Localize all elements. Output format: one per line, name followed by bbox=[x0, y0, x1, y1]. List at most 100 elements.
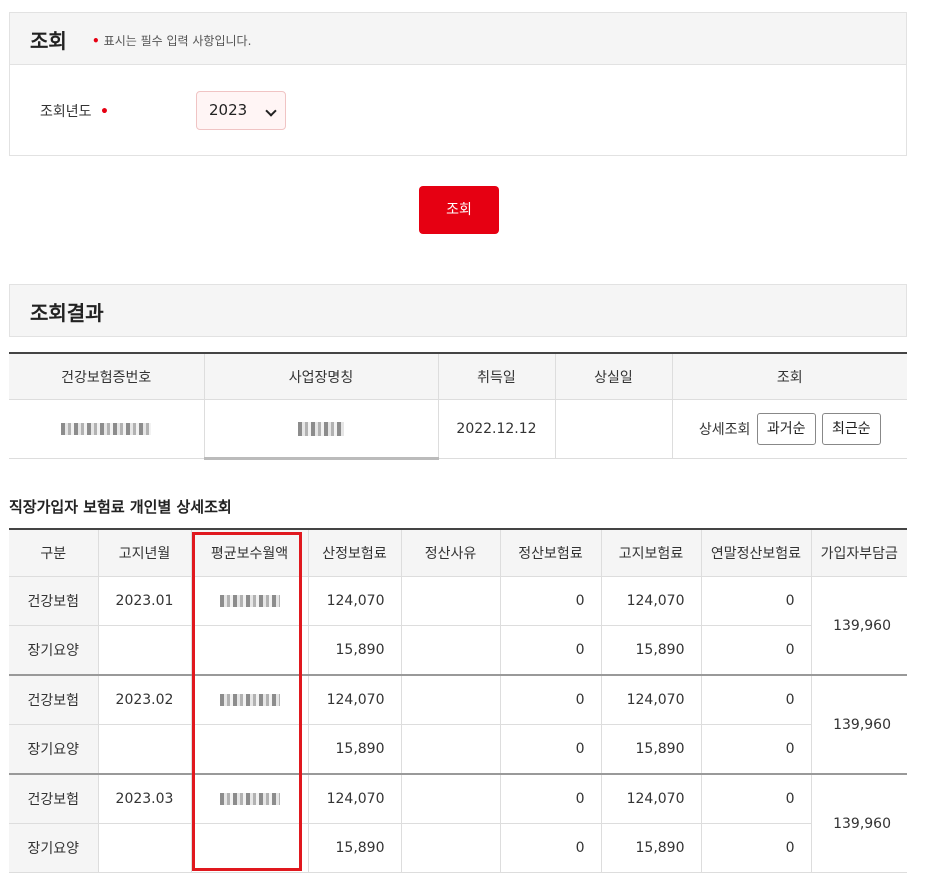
header-member-burden: 가입자부담금 bbox=[811, 529, 907, 577]
header-settle-premium: 정산보험료 bbox=[500, 529, 602, 577]
settle-reason-cell bbox=[401, 823, 501, 873]
member-burden-cell: 139,960 bbox=[811, 774, 907, 873]
notice-premium-cell: 124,070 bbox=[601, 774, 702, 824]
lost-date-cell bbox=[555, 399, 673, 459]
table-row: 건강보험 2023.02 124,070 0 124,070 0 139,960 bbox=[9, 675, 907, 775]
insurance-number-cell bbox=[9, 399, 205, 459]
detail-header-row: 구분 고지년월 평균보수월액 산정보험료 정산사유 정산보험료 고지보험료 연말… bbox=[9, 529, 907, 577]
redacted-avg-salary bbox=[219, 694, 280, 706]
required-note-text: 표시는 필수 입력 사항입니다. bbox=[103, 34, 252, 48]
result-panel-header: 조회결과 bbox=[9, 284, 907, 337]
notice-premium-cell: 15,890 bbox=[601, 625, 702, 676]
detail-table: 구분 고지년월 평균보수월액 산정보험료 정산사유 정산보험료 고지보험료 연말… bbox=[9, 528, 907, 873]
yearend-premium-cell: 0 bbox=[701, 675, 812, 725]
yearend-premium-cell: 0 bbox=[701, 576, 812, 626]
summary-row: 2022.12.12 상세조회 과거순 최근순 bbox=[9, 399, 907, 460]
avg-salary-cell bbox=[191, 625, 309, 676]
chevron-down-icon bbox=[265, 105, 277, 117]
search-button[interactable]: 조회 bbox=[419, 186, 499, 234]
acquired-date-cell: 2022.12.12 bbox=[438, 399, 556, 459]
settle-reason-cell bbox=[401, 625, 501, 676]
notice-premium-cell: 15,890 bbox=[601, 823, 702, 873]
settle-reason-cell bbox=[401, 576, 501, 626]
notice-month-cell bbox=[98, 625, 192, 676]
avg-salary-cell bbox=[191, 774, 309, 824]
year-select[interactable]: 2023 bbox=[196, 91, 286, 130]
header-notice-premium: 고지보험료 bbox=[601, 529, 702, 577]
workplace-name-cell bbox=[204, 399, 439, 460]
header-lost-date: 상실일 bbox=[555, 353, 673, 400]
redacted-workplace-name bbox=[298, 421, 344, 436]
summary-table: 건강보험증번호 사업장명칭 취득일 상실일 조회 2022.12.12 상세조회… bbox=[9, 352, 907, 460]
header-notice-month: 고지년월 bbox=[98, 529, 192, 577]
settle-reason-cell bbox=[401, 675, 501, 725]
calc-premium-cell: 124,070 bbox=[308, 675, 402, 725]
table-row: 건강보험 2023.01 124,070 0 124,070 0 139,960 bbox=[9, 576, 907, 676]
settle-reason-cell bbox=[401, 774, 501, 824]
notice-month-cell: 2023.03 bbox=[98, 774, 192, 824]
yearend-premium-cell: 0 bbox=[701, 625, 812, 676]
settle-premium-cell: 0 bbox=[500, 774, 602, 824]
search-title: 조회 bbox=[30, 29, 67, 53]
settle-premium-cell: 0 bbox=[500, 576, 602, 626]
redacted-insurance-number bbox=[61, 423, 152, 435]
avg-salary-cell bbox=[191, 823, 309, 873]
redacted-avg-salary bbox=[219, 793, 280, 805]
type-cell: 건강보험 bbox=[9, 576, 99, 626]
header-yearend-premium: 연말정산보험료 bbox=[701, 529, 812, 577]
required-dot-icon: • bbox=[99, 104, 109, 120]
calc-premium-cell: 15,890 bbox=[308, 724, 402, 775]
header-avg-salary: 평균보수월액 bbox=[191, 529, 309, 577]
notice-premium-cell: 124,070 bbox=[601, 675, 702, 725]
required-dot-icon: • bbox=[92, 34, 100, 48]
detail-view-label: 상세조회 bbox=[698, 422, 751, 438]
year-select-value: 2023 bbox=[209, 101, 248, 119]
settle-premium-cell: 0 bbox=[500, 823, 602, 873]
past-order-button[interactable]: 과거순 bbox=[756, 413, 816, 445]
redacted-avg-salary bbox=[219, 595, 280, 607]
notice-premium-cell: 15,890 bbox=[601, 724, 702, 775]
yearend-premium-cell: 0 bbox=[701, 823, 812, 873]
member-burden-cell: 139,960 bbox=[811, 576, 907, 676]
header-settle-reason: 정산사유 bbox=[401, 529, 501, 577]
table-row: 장기요양 15,890 0 15,890 0 bbox=[9, 724, 907, 775]
calc-premium-cell: 15,890 bbox=[308, 625, 402, 676]
table-row: 장기요양 15,890 0 15,890 0 bbox=[9, 625, 907, 676]
year-label: 조회년도 • bbox=[40, 101, 113, 121]
settle-premium-cell: 0 bbox=[500, 675, 602, 725]
type-cell: 건강보험 bbox=[9, 774, 99, 824]
notice-month-cell: 2023.02 bbox=[98, 675, 192, 725]
notice-premium-cell: 124,070 bbox=[601, 576, 702, 626]
search-panel-body: 조회년도 • 2023 bbox=[9, 64, 907, 156]
avg-salary-cell bbox=[191, 724, 309, 775]
settle-reason-cell bbox=[401, 724, 501, 775]
yearend-premium-cell: 0 bbox=[701, 724, 812, 775]
avg-salary-cell bbox=[191, 576, 309, 626]
calc-premium-cell: 15,890 bbox=[308, 823, 402, 873]
table-row: 건강보험 2023.03 124,070 0 124,070 0 139,960 bbox=[9, 774, 907, 873]
yearend-premium-cell: 0 bbox=[701, 774, 812, 824]
result-title: 조회결과 bbox=[30, 301, 104, 325]
type-cell: 건강보험 bbox=[9, 675, 99, 725]
year-label-text: 조회년도 bbox=[40, 104, 92, 120]
notice-month-cell bbox=[98, 724, 192, 775]
notice-month-cell bbox=[98, 823, 192, 873]
header-insurance-number: 건강보험증번호 bbox=[9, 353, 205, 400]
search-panel-header: 조회 • 표시는 필수 입력 사항입니다. bbox=[9, 12, 907, 64]
header-type: 구분 bbox=[9, 529, 99, 577]
type-cell: 장기요양 bbox=[9, 625, 99, 676]
table-row: 장기요양 15,890 0 15,890 0 bbox=[9, 823, 907, 873]
settle-premium-cell: 0 bbox=[500, 625, 602, 676]
settle-premium-cell: 0 bbox=[500, 724, 602, 775]
header-acquired-date: 취득일 bbox=[438, 353, 556, 400]
recent-order-button[interactable]: 최근순 bbox=[821, 413, 881, 445]
calc-premium-cell: 124,070 bbox=[308, 576, 402, 626]
header-calc-premium: 산정보험료 bbox=[308, 529, 402, 577]
member-burden-cell: 139,960 bbox=[811, 675, 907, 775]
header-view: 조회 bbox=[672, 353, 907, 400]
view-cell: 상세조회 과거순 최근순 bbox=[672, 399, 907, 459]
detail-title: 직장가입자 보험료 개인별 상세조회 bbox=[9, 498, 232, 516]
header-workplace-name: 사업장명칭 bbox=[204, 353, 439, 400]
type-cell: 장기요양 bbox=[9, 823, 99, 873]
type-cell: 장기요양 bbox=[9, 724, 99, 775]
